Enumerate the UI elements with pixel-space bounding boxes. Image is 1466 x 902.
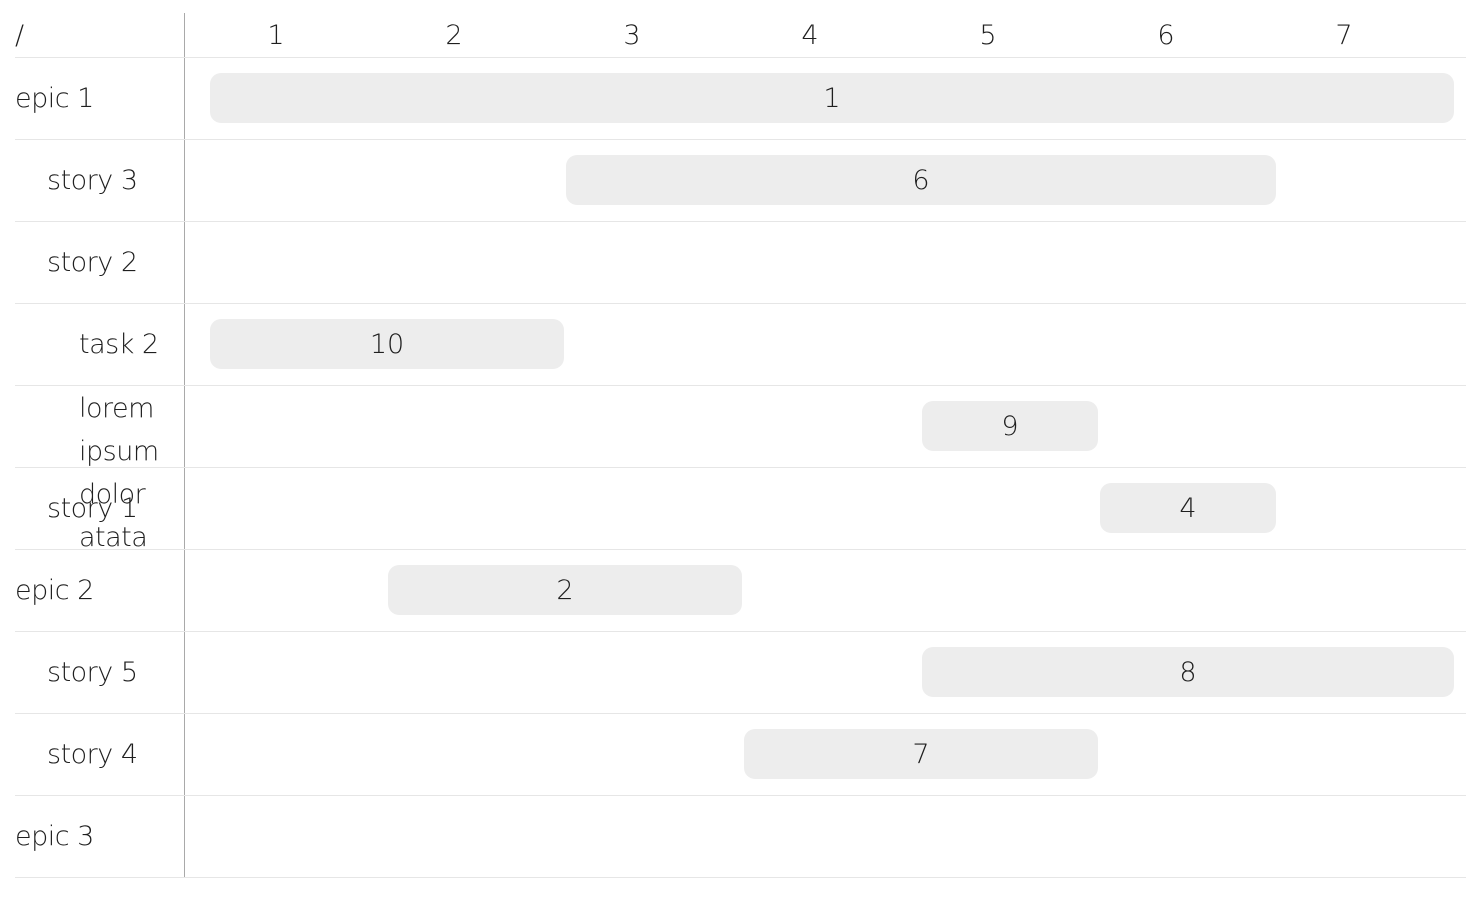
row-divider	[15, 877, 1466, 878]
column-header: 1	[267, 20, 285, 51]
task-bar[interactable]: 6	[566, 155, 1276, 205]
task-bar[interactable]: 7	[744, 729, 1098, 779]
row-label[interactable]: story 1	[47, 487, 138, 530]
gantt-chart: / 1 2 3 4 5 6 7 epic 1 story 3 story 2 task 2 lorem…	[0, 0, 1466, 902]
row-divider	[15, 549, 1466, 550]
column-header: 4	[801, 20, 819, 51]
task-bar[interactable]: 1	[210, 73, 1454, 123]
label-column-divider	[184, 13, 185, 877]
task-bar[interactable]: 4	[1100, 483, 1276, 533]
row-label[interactable]: story 5	[47, 651, 138, 694]
row-label[interactable]: lorem ipsum dolor atata	[79, 387, 159, 559]
column-header: 6	[1157, 20, 1175, 51]
task-bar[interactable]: 2	[388, 565, 742, 615]
column-header: 7	[1335, 20, 1353, 51]
column-header: 5	[979, 20, 997, 51]
task-bar[interactable]: 10	[210, 319, 564, 369]
row-label[interactable]: story 3	[47, 159, 138, 202]
column-header: 3	[623, 20, 641, 51]
task-bar[interactable]: 9	[922, 401, 1098, 451]
row-divider	[15, 221, 1466, 222]
row-label[interactable]: epic 2	[15, 569, 94, 612]
row-label[interactable]: epic 3	[15, 815, 94, 858]
row-divider	[15, 713, 1466, 714]
row-divider	[15, 139, 1466, 140]
row-divider	[15, 385, 1466, 386]
row-label[interactable]: epic 1	[15, 77, 94, 120]
row-divider	[15, 303, 1466, 304]
row-divider	[15, 57, 1466, 58]
row-divider	[15, 795, 1466, 796]
row-label[interactable]: task 2	[79, 323, 159, 366]
row-divider	[15, 467, 1466, 468]
row-label[interactable]: story 4	[47, 733, 138, 776]
corner-label: /	[15, 20, 25, 51]
row-label[interactable]: story 2	[47, 241, 138, 284]
task-bar[interactable]: 8	[922, 647, 1454, 697]
row-divider	[15, 631, 1466, 632]
column-header: 2	[445, 20, 463, 51]
